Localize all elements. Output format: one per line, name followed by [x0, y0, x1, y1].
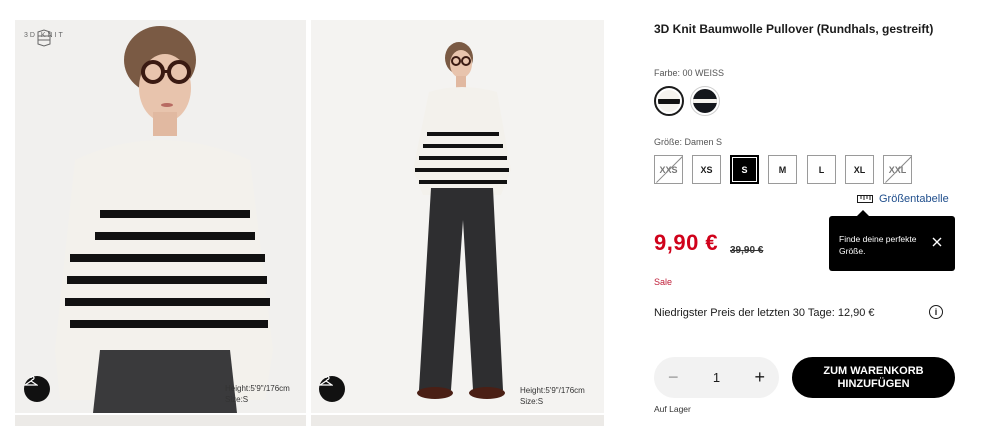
original-price: 39,90 €: [730, 245, 764, 256]
product-title: 3D Knit Baumwolle Pullover (Rundhals, ge…: [654, 22, 934, 36]
model-illustration: [55, 26, 273, 413]
size-option-label: XL: [853, 164, 866, 175]
info-icon[interactable]: i: [929, 305, 943, 319]
size-option-m[interactable]: M: [768, 155, 797, 184]
size-option-xl[interactable]: XL: [845, 155, 874, 184]
gallery-thumbnail[interactable]: [15, 415, 306, 426]
size-option-s[interactable]: S: [730, 155, 759, 184]
stock-status: Auf Lager: [654, 404, 691, 414]
product-image-full[interactable]: Height:5'9"/176cm Size:S: [311, 20, 604, 413]
size-option-xxl[interactable]: XXL: [883, 155, 912, 184]
3d-knit-logo: 3D KNIT: [24, 29, 68, 47]
sale-badge: Sale: [654, 277, 673, 287]
close-icon[interactable]: [930, 235, 944, 249]
size-chart-link[interactable]: Größentabelle: [857, 193, 949, 205]
increase-quantity-button[interactable]: +: [754, 367, 765, 388]
size-option-label: XS: [700, 164, 713, 175]
model-info: Height:5'9"/176cm Size:S: [520, 385, 585, 407]
add-to-cart-button[interactable]: ZUM WARENKORB HINZUFÜGEN: [792, 357, 955, 398]
size-chart-label: Größentabelle: [879, 193, 949, 205]
model-height: Height:5'9"/176cm: [520, 386, 585, 395]
current-price: 9,90 €: [654, 230, 719, 255]
swatch-fill: [658, 90, 680, 112]
model-info: Height:5'9"/176cm Size:S: [225, 383, 290, 405]
size-option-xxs[interactable]: XXS: [654, 155, 683, 184]
hanger-icon[interactable]: [24, 376, 50, 402]
quantity-stepper: − 1 +: [654, 357, 779, 398]
model-illustration: [413, 42, 511, 399]
hanger-icon[interactable]: [319, 376, 345, 402]
lowest-price-note: Niedrigster Preis der letzten 30 Tage: 1…: [654, 307, 875, 319]
quantity-value[interactable]: 1: [713, 370, 720, 385]
color-label: Farbe: 00 WEISS: [654, 68, 725, 78]
size-tooltip: Finde deine perfekte Größe.: [829, 210, 955, 271]
size-option-l[interactable]: L: [807, 155, 836, 184]
model-size: Size:S: [520, 397, 544, 406]
size-label: Größe: Damen S: [654, 137, 723, 147]
tooltip-text: Finde deine perfekte Größe.: [839, 234, 917, 256]
color-swatch-white[interactable]: [654, 86, 684, 116]
gallery-thumbnail[interactable]: [311, 415, 604, 426]
product-image-closeup[interactable]: 3D KNIT Height:5'9"/176cm Size:S: [15, 20, 306, 413]
model-size: Size:S: [225, 395, 249, 404]
decrease-quantity-button[interactable]: −: [668, 367, 679, 388]
ruler-icon: [857, 195, 873, 203]
size-option-label: S: [741, 164, 748, 175]
model-height: Height:5'9"/176cm: [225, 384, 290, 393]
color-swatch-navy[interactable]: [690, 86, 720, 116]
size-option-xs[interactable]: XS: [692, 155, 721, 184]
swatch-fill: [693, 89, 717, 113]
size-option-label: M: [778, 164, 787, 175]
3d-knit-icon: [37, 29, 51, 47]
size-option-label: L: [818, 164, 825, 175]
